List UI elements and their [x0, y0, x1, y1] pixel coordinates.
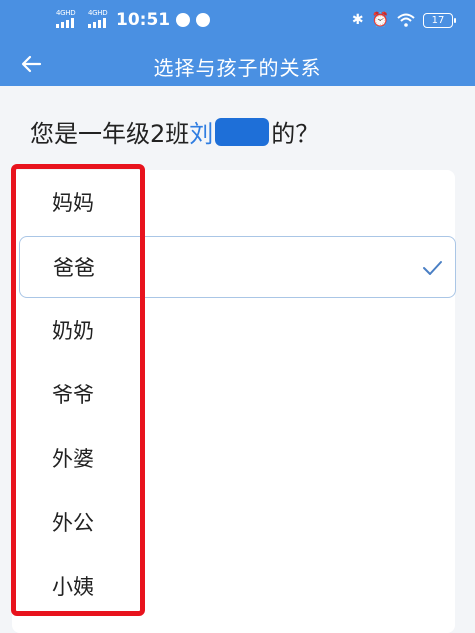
wifi-icon: [397, 13, 415, 27]
sim1-label: 4GHD: [56, 9, 76, 17]
option-label: 外公: [52, 511, 94, 535]
message-icon: [176, 13, 191, 27]
main-content: 您是一年级2班 刘 的？ 妈妈 爸爸 奶奶 爷爷 外婆 外公 小姨: [0, 86, 475, 633]
status-time: 10:51: [116, 10, 171, 30]
option-maternal-aunt[interactable]: 小姨: [12, 556, 455, 618]
option-label: 爷爷: [52, 383, 94, 407]
option-paternal-grandmother[interactable]: 奶奶: [12, 300, 455, 362]
check-icon: [423, 261, 442, 275]
option-label: 妈妈: [52, 191, 94, 215]
relationship-question: 您是一年级2班 刘 的？: [30, 114, 319, 149]
nav-bar: 选择与孩子的关系: [0, 42, 475, 86]
option-label: 奶奶: [52, 319, 94, 343]
question-suffix: 的？: [271, 120, 320, 148]
status-bar: 4GHD 4GHD 10:51 ✱ ⏰ 17: [0, 0, 475, 42]
sim2-label: 4GHD: [88, 9, 108, 17]
question-prefix: 您是一年级2班: [30, 120, 190, 148]
alarm-icon: ⏰: [371, 12, 389, 28]
option-father[interactable]: 爸爸: [19, 236, 456, 298]
status-left: 4GHD 4GHD 10:51: [56, 9, 211, 30]
battery-icon: 17: [423, 12, 456, 28]
signal-icon-sim2: 4GHD: [88, 9, 108, 28]
status-right: ✱ ⏰ 17: [351, 12, 456, 28]
compass-icon: [196, 13, 211, 27]
relationship-list: 妈妈 爸爸 奶奶 爷爷 外婆 外公 小姨: [12, 170, 456, 633]
battery-level: 17: [431, 14, 445, 26]
option-paternal-grandfather[interactable]: 爷爷: [12, 364, 455, 426]
redacted-name: [215, 117, 270, 146]
child-name: 刘: [189, 120, 214, 148]
option-label: 外婆: [52, 447, 94, 471]
option-label: 小姨: [52, 575, 94, 599]
page-title: 选择与孩子的关系: [153, 56, 322, 80]
signal-icon-sim1: 4GHD: [56, 9, 76, 28]
option-mother[interactable]: 妈妈: [12, 172, 455, 234]
option-maternal-grandfather[interactable]: 外公: [12, 492, 455, 554]
option-label: 爸爸: [53, 256, 95, 280]
bluetooth-icon: ✱: [351, 12, 364, 28]
option-maternal-grandmother[interactable]: 外婆: [12, 428, 455, 490]
